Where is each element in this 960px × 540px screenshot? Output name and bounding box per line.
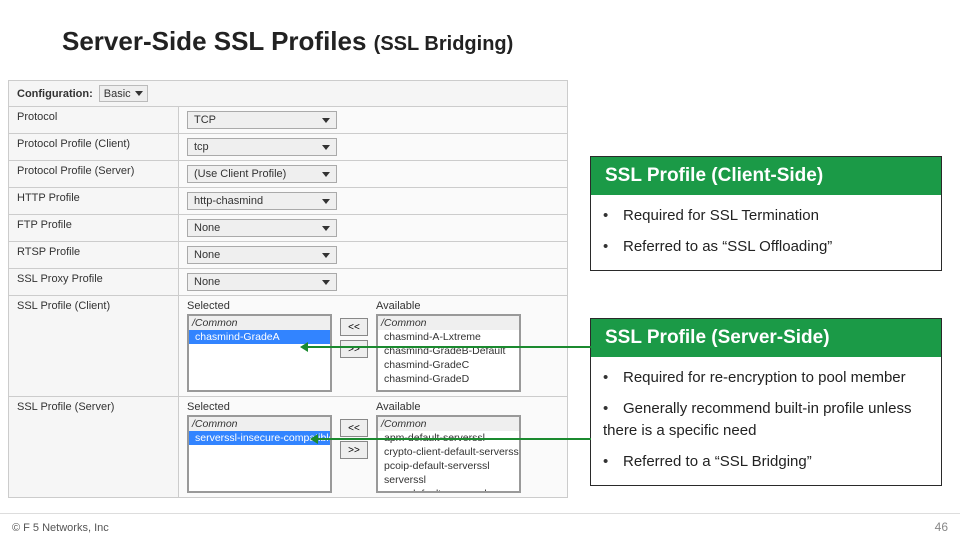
arrow-to-client-list <box>307 346 591 348</box>
config-header: Configuration: Basic <box>8 80 568 106</box>
chevron-down-icon <box>322 118 330 123</box>
server-available-listbox[interactable]: /Common apm-default-serverssl crypto-cli… <box>376 415 521 493</box>
config-mode-value: Basic <box>104 88 131 100</box>
row-label: SSL Profile (Server) <box>9 397 179 498</box>
list-item[interactable]: chasmind-GradeC <box>378 358 519 372</box>
callout-server-ssl: SSL Profile (Server-Side) Required for r… <box>590 318 942 486</box>
config-label: Configuration: <box>17 88 93 100</box>
callout-bullet: Referred to a “SSL Bridging” <box>599 447 933 478</box>
list-group: /Common <box>189 316 330 330</box>
chevron-down-icon <box>135 91 143 96</box>
row-label: HTTP Profile <box>9 188 179 215</box>
protocol-server-select[interactable]: (Use Client Profile) <box>187 165 337 183</box>
arrow-left-icon <box>300 342 308 352</box>
move-left-button[interactable]: << <box>340 419 368 437</box>
list-item[interactable]: chasmind-A-Lxtreme <box>378 330 519 344</box>
client-selected-listbox[interactable]: /Common chasmind-GradeA <box>187 314 332 392</box>
footer-copyright: © F 5 Networks, Inc <box>12 522 109 534</box>
list-group: /Common <box>378 316 519 330</box>
callout-heading: SSL Profile (Server-Side) <box>591 319 941 357</box>
row-label: Protocol Profile (Client) <box>9 134 179 161</box>
title-sub: (SSL Bridging) <box>374 33 514 55</box>
chevron-down-icon <box>322 145 330 150</box>
select-value: None <box>194 222 220 234</box>
move-right-button[interactable]: >> <box>340 441 368 459</box>
callout-list: Required for SSL Termination Referred to… <box>591 195 941 270</box>
callout-bullet: Required for re-encryption to pool membe… <box>599 363 933 394</box>
row-label: RTSP Profile <box>9 242 179 269</box>
title-main: Server-Side SSL Profiles <box>62 26 366 56</box>
chevron-down-icon <box>322 199 330 204</box>
page-number: 46 <box>935 520 948 534</box>
callout-bullet: Referred to as “SSL Offloading” <box>599 232 933 263</box>
list-item[interactable]: pcoip-default-serverssl <box>378 459 519 473</box>
list-item[interactable]: wom-default-serverssl <box>378 487 519 493</box>
server-selected-listbox[interactable]: /Common serverssl-insecure-compatible <box>187 415 332 493</box>
move-right-button[interactable]: >> <box>340 340 368 358</box>
chevron-down-icon <box>322 253 330 258</box>
server-ssl-duallist: Selected /Common serverssl-insecure-comp… <box>187 401 559 493</box>
protocol-select[interactable]: TCP <box>187 111 337 129</box>
selected-title: Selected <box>187 401 332 413</box>
callout-heading: SSL Profile (Client-Side) <box>591 157 941 195</box>
list-item[interactable]: chasmind-GradeD <box>378 372 519 386</box>
slide-title: Server-Side SSL Profiles (SSL Bridging) <box>62 26 513 57</box>
http-profile-select[interactable]: http-chasmind <box>187 192 337 210</box>
select-value: None <box>194 276 220 288</box>
rtsp-profile-select[interactable]: None <box>187 246 337 264</box>
row-label: Protocol Profile (Server) <box>9 161 179 188</box>
available-title: Available <box>376 300 521 312</box>
config-panel: Configuration: Basic Protocol TCP Protoc… <box>8 80 568 498</box>
select-value: TCP <box>194 114 216 126</box>
select-value: http-chasmind <box>194 195 263 207</box>
list-group: /Common <box>378 417 519 431</box>
select-value: (Use Client Profile) <box>194 168 286 180</box>
divider <box>0 513 960 514</box>
callout-list: Required for re-encryption to pool membe… <box>591 357 941 485</box>
ssl-proxy-select[interactable]: None <box>187 273 337 291</box>
config-mode-select[interactable]: Basic <box>99 85 148 102</box>
callout-bullet: Generally recommend built-in profile unl… <box>599 394 933 447</box>
row-label: Protocol <box>9 107 179 134</box>
row-label: SSL Profile (Client) <box>9 296 179 397</box>
available-title: Available <box>376 401 521 413</box>
list-item[interactable]: serverssl-insecure-compatible <box>189 431 330 445</box>
move-left-button[interactable]: << <box>340 318 368 336</box>
select-value: tcp <box>194 141 209 153</box>
list-item[interactable]: serverssl <box>378 473 519 487</box>
row-label: FTP Profile <box>9 215 179 242</box>
callout-client-ssl: SSL Profile (Client-Side) Required for S… <box>590 156 942 271</box>
row-label: SSL Proxy Profile <box>9 269 179 296</box>
chevron-down-icon <box>322 172 330 177</box>
selected-title: Selected <box>187 300 332 312</box>
select-value: None <box>194 249 220 261</box>
list-group: /Common <box>189 417 330 431</box>
arrow-to-server-list <box>317 438 591 440</box>
callout-bullet: Required for SSL Termination <box>599 201 933 232</box>
chevron-down-icon <box>322 226 330 231</box>
ftp-profile-select[interactable]: None <box>187 219 337 237</box>
list-item[interactable]: chasmind-GradeA <box>189 330 330 344</box>
chevron-down-icon <box>322 280 330 285</box>
protocol-client-select[interactable]: tcp <box>187 138 337 156</box>
arrow-left-icon <box>310 434 318 444</box>
list-item[interactable]: crypto-client-default-serverss <box>378 445 519 459</box>
client-available-listbox[interactable]: /Common chasmind-A-Lxtreme chasmind-Grad… <box>376 314 521 392</box>
